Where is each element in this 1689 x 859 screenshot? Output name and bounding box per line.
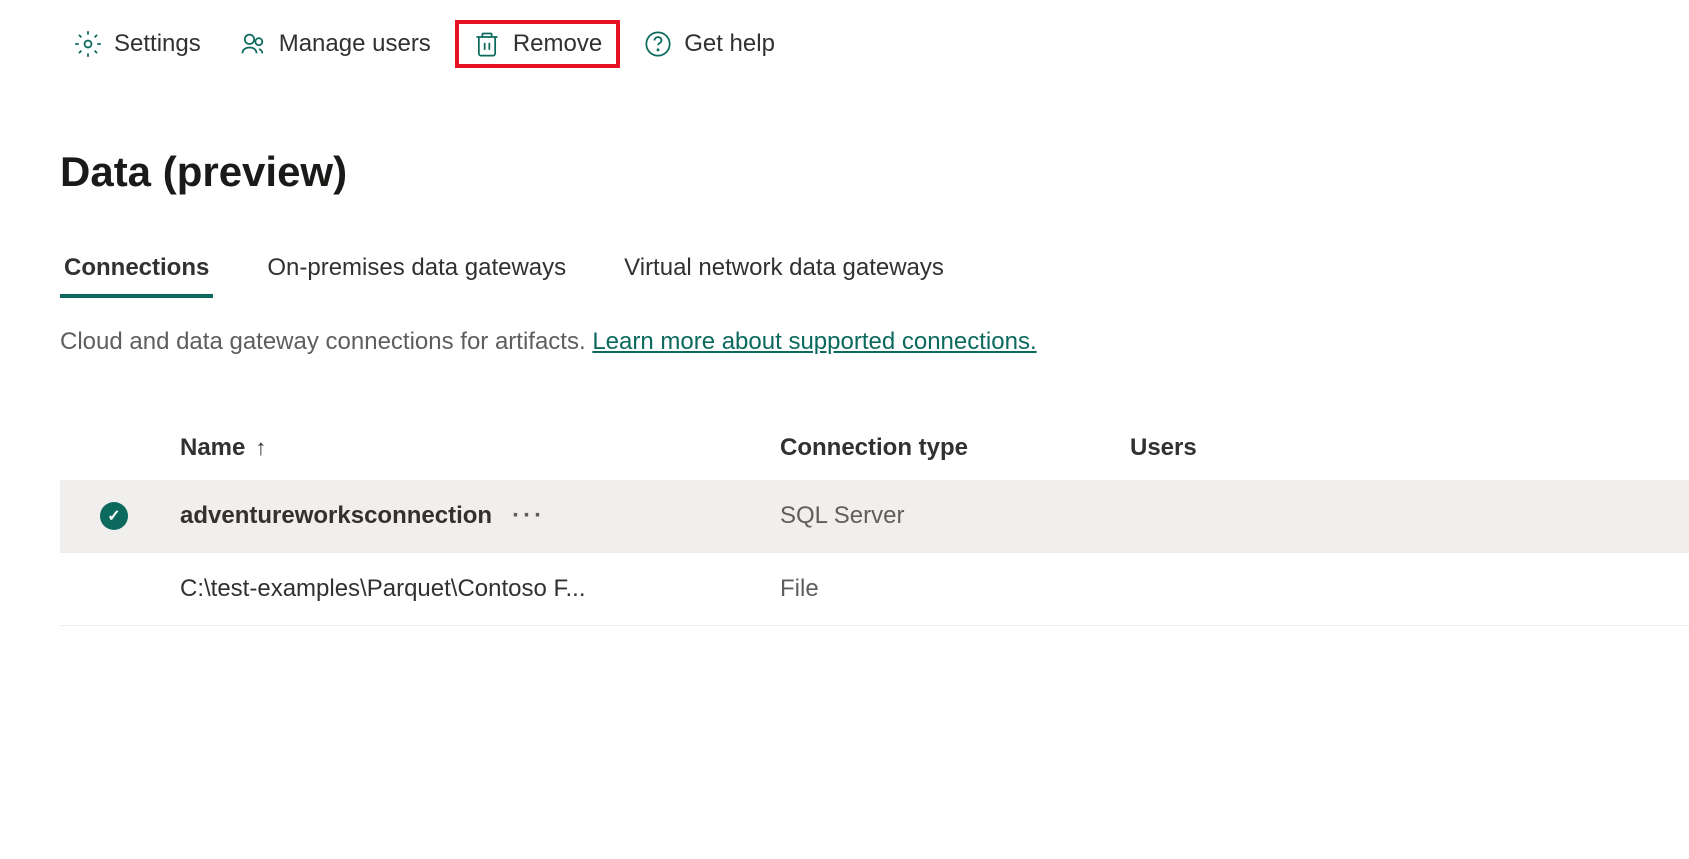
- get-help-label: Get help: [684, 30, 775, 58]
- users-icon: [239, 30, 267, 58]
- tab-on-premises[interactable]: On-premises data gateways: [263, 246, 570, 298]
- manage-users-button[interactable]: Manage users: [225, 24, 445, 64]
- toolbar: Settings Manage users Remove Get help: [0, 0, 1689, 88]
- trash-icon: [473, 30, 501, 58]
- settings-label: Settings: [114, 30, 201, 58]
- row-name: C:\test-examples\Parquet\Contoso F...: [180, 575, 780, 603]
- column-header-name[interactable]: Name ↑: [180, 434, 780, 462]
- tab-connections[interactable]: Connections: [60, 246, 213, 298]
- check-mark-icon: ✓: [107, 506, 120, 526]
- column-header-type[interactable]: Connection type: [780, 434, 1130, 462]
- page-title: Data (preview): [0, 88, 1689, 226]
- column-header-users[interactable]: Users: [1130, 434, 1330, 462]
- row-selected-indicator: ✓: [90, 502, 180, 530]
- table-row[interactable]: C:\test-examples\Parquet\Contoso F... Fi…: [60, 553, 1689, 626]
- remove-label: Remove: [513, 30, 602, 58]
- check-circle-icon: ✓: [100, 502, 128, 530]
- row-name: adventureworksconnection ···: [180, 502, 780, 530]
- tabs-container: Connections On-premises data gateways Vi…: [0, 226, 1689, 298]
- more-options-icon[interactable]: ···: [512, 502, 545, 530]
- sort-arrow-icon: ↑: [255, 435, 266, 461]
- learn-more-link[interactable]: Learn more about supported connections.: [592, 328, 1036, 355]
- row-type: SQL Server: [780, 502, 1130, 530]
- description-text: Cloud and data gateway connections for a…: [60, 328, 592, 355]
- table-header: Name ↑ Connection type Users: [60, 416, 1689, 480]
- description: Cloud and data gateway connections for a…: [0, 298, 1689, 386]
- tab-virtual-network[interactable]: Virtual network data gateways: [620, 246, 948, 298]
- manage-users-label: Manage users: [279, 30, 431, 58]
- get-help-button[interactable]: Get help: [630, 24, 789, 64]
- table-row[interactable]: ✓ adventureworksconnection ··· SQL Serve…: [60, 480, 1689, 553]
- row-type: File: [780, 575, 1130, 603]
- remove-button[interactable]: Remove: [455, 20, 620, 68]
- connections-table: Name ↑ Connection type Users ✓ adventure…: [0, 386, 1689, 626]
- gear-icon: [74, 30, 102, 58]
- settings-button[interactable]: Settings: [60, 24, 215, 64]
- help-icon: [644, 30, 672, 58]
